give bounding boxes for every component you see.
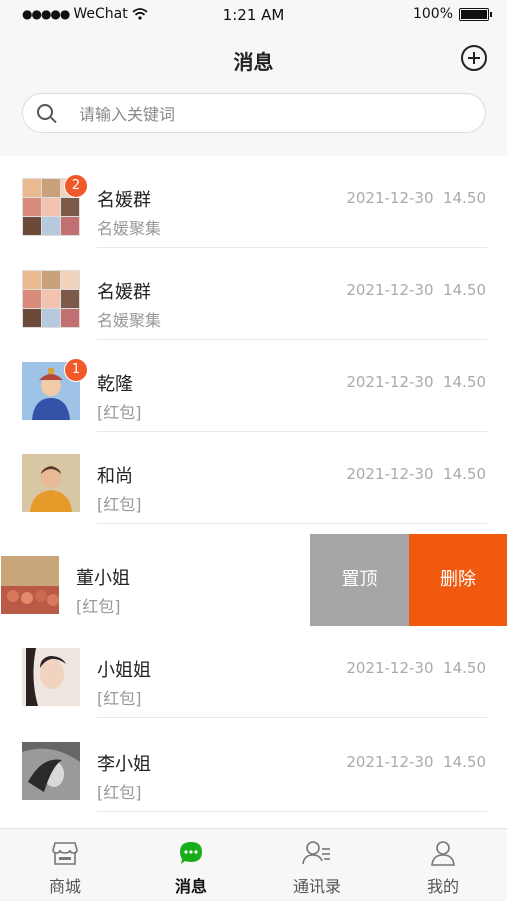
row-divider	[97, 811, 487, 812]
message-time: 2021-12-30 14.50	[346, 373, 486, 391]
conversation-row[interactable]: 2 名媛群 名媛聚集 2021-12-30 14.50	[0, 156, 507, 248]
conversation-content[interactable]: 和尚 [红包] 2021-12-30 14.50	[0, 432, 507, 524]
unread-badge: 1	[64, 358, 88, 382]
search-input[interactable]	[77, 102, 461, 126]
message-time: 2021-12-30 14.50	[346, 281, 486, 299]
contact-name: 李小姐	[97, 754, 151, 775]
conversation-list: 2 名媛群 名媛聚集 2021-12-30 14.50 名媛群 名媛聚集 202…	[0, 156, 507, 828]
unread-badge: 2	[64, 174, 88, 198]
person-avatar	[22, 742, 80, 800]
tab-contacts[interactable]: 通讯录	[254, 829, 380, 901]
contact-name: 和尚	[97, 466, 133, 487]
message-preview: [红包]	[97, 783, 142, 802]
tab-messages[interactable]: 消息	[128, 829, 254, 901]
contact-name: 名媛群	[97, 282, 151, 303]
profile-icon	[431, 841, 455, 866]
conversation-row-swiped[interactable]: 董小姐 [红包] 置顶 删除	[0, 534, 507, 626]
contacts-icon	[302, 841, 330, 865]
tab-label: 商城	[48, 877, 81, 896]
search-box[interactable]	[22, 93, 486, 133]
pin-button[interactable]: 置顶	[310, 534, 409, 626]
message-preview: [红包]	[76, 597, 121, 616]
tab-bar: 商城 消息 通讯录 我的	[0, 828, 507, 900]
battery-icon	[459, 7, 492, 21]
page-title: 消息	[233, 50, 274, 74]
message-preview: [红包]	[97, 689, 142, 708]
contact-name: 董小姐	[76, 568, 130, 589]
search-bar-area	[0, 88, 507, 156]
person-avatar	[22, 648, 80, 706]
message-preview: 名媛聚集	[97, 311, 162, 330]
message-preview: [红包]	[97, 495, 142, 514]
conversation-row[interactable]: 1 乾隆 [红包] 2021-12-30 14.50	[0, 340, 507, 432]
message-preview: [红包]	[97, 403, 142, 422]
delete-button[interactable]: 删除	[409, 534, 507, 626]
row-divider	[97, 717, 487, 718]
conversation-row[interactable]: 李小姐 [红包] 2021-12-30 14.50	[0, 720, 507, 812]
message-time: 2021-12-30 14.50	[346, 189, 486, 207]
search-icon	[37, 104, 53, 120]
conversation-row[interactable]: 小姐姐 [红包] 2021-12-30 14.50	[0, 626, 507, 718]
conversation-content[interactable]: 小姐姐 [红包] 2021-12-30 14.50	[0, 626, 507, 718]
conversation-row[interactable]: 名媛群 名媛聚集 2021-12-30 14.50	[0, 248, 507, 340]
conversation-content[interactable]: 名媛群 名媛聚集 2021-12-30 14.50	[0, 248, 507, 340]
chat-bubble-icon	[180, 842, 202, 864]
conversation-content[interactable]: 1 乾隆 [红包] 2021-12-30 14.50	[0, 340, 507, 432]
status-bar: ●●●●● WeChat 1:21 AM 100%	[0, 0, 507, 30]
header: 消息	[0, 30, 507, 88]
message-time: 2021-12-30 14.50	[346, 659, 486, 677]
tab-label: 消息	[174, 877, 207, 896]
conversation-content[interactable]: 李小姐 [红包] 2021-12-30 14.50	[0, 720, 507, 812]
group-avatar	[22, 270, 80, 328]
message-preview: 名媛聚集	[97, 219, 162, 238]
photo-avatar	[1, 556, 59, 614]
plus-circle-icon[interactable]	[461, 45, 487, 71]
tab-store[interactable]: 商城	[2, 829, 128, 901]
battery-percent: 100%	[412, 6, 453, 22]
message-time: 2021-12-30 14.50	[346, 753, 486, 771]
message-time: 2021-12-30 14.50	[346, 465, 486, 483]
tab-profile[interactable]: 我的	[380, 829, 506, 901]
person-avatar	[22, 454, 80, 512]
battery-indicator: 100%	[412, 6, 492, 22]
conversation-content[interactable]: 2 名媛群 名媛聚集 2021-12-30 14.50	[0, 156, 507, 248]
contact-name: 乾隆	[97, 374, 133, 395]
contact-name: 小姐姐	[97, 660, 151, 681]
tab-label: 通讯录	[292, 877, 341, 896]
tab-label: 我的	[426, 877, 459, 896]
conversation-row[interactable]: 和尚 [红包] 2021-12-30 14.50	[0, 432, 507, 524]
store-icon	[52, 842, 78, 865]
contact-name: 名媛群	[97, 190, 151, 211]
row-divider	[97, 523, 487, 524]
